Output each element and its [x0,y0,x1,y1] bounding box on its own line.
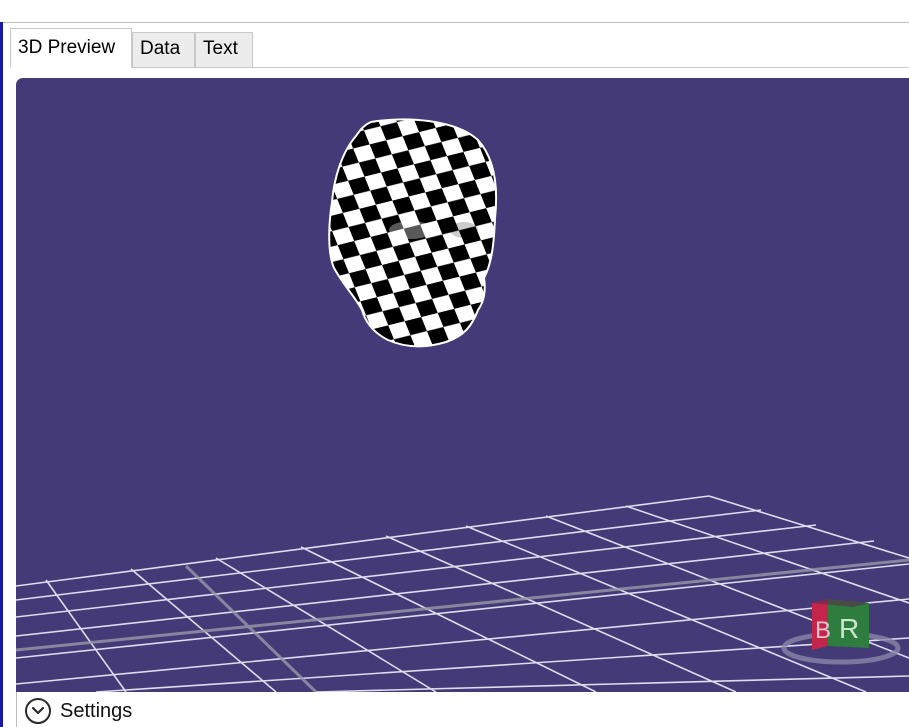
tab-data[interactable]: Data [132,32,195,67]
floor-grid [16,495,909,692]
head-model[interactable] [316,98,516,368]
scene-canvas[interactable]: B R [16,78,909,692]
settings-expander[interactable]: Settings [25,698,132,724]
view-cube-right-label: R [839,613,859,644]
window-top-border [0,22,909,23]
settings-bar: Settings [16,692,909,727]
chevron-down-icon[interactable] [25,698,51,724]
left-accent-rail [0,22,3,727]
view-cube-gizmo[interactable]: B R [781,599,901,665]
tab-text[interactable]: Text [195,32,253,67]
tab-strip-divider [10,67,909,68]
settings-label: Settings [60,700,133,722]
view-cube-left-label: B [815,617,831,644]
tab-3d-preview[interactable]: 3D Preview [10,28,132,68]
3d-viewport[interactable]: B R [16,78,909,692]
app-window: 3D Preview Data Text B R Settings [0,0,909,727]
tab-bar: 3D Preview Data Text [10,28,909,68]
